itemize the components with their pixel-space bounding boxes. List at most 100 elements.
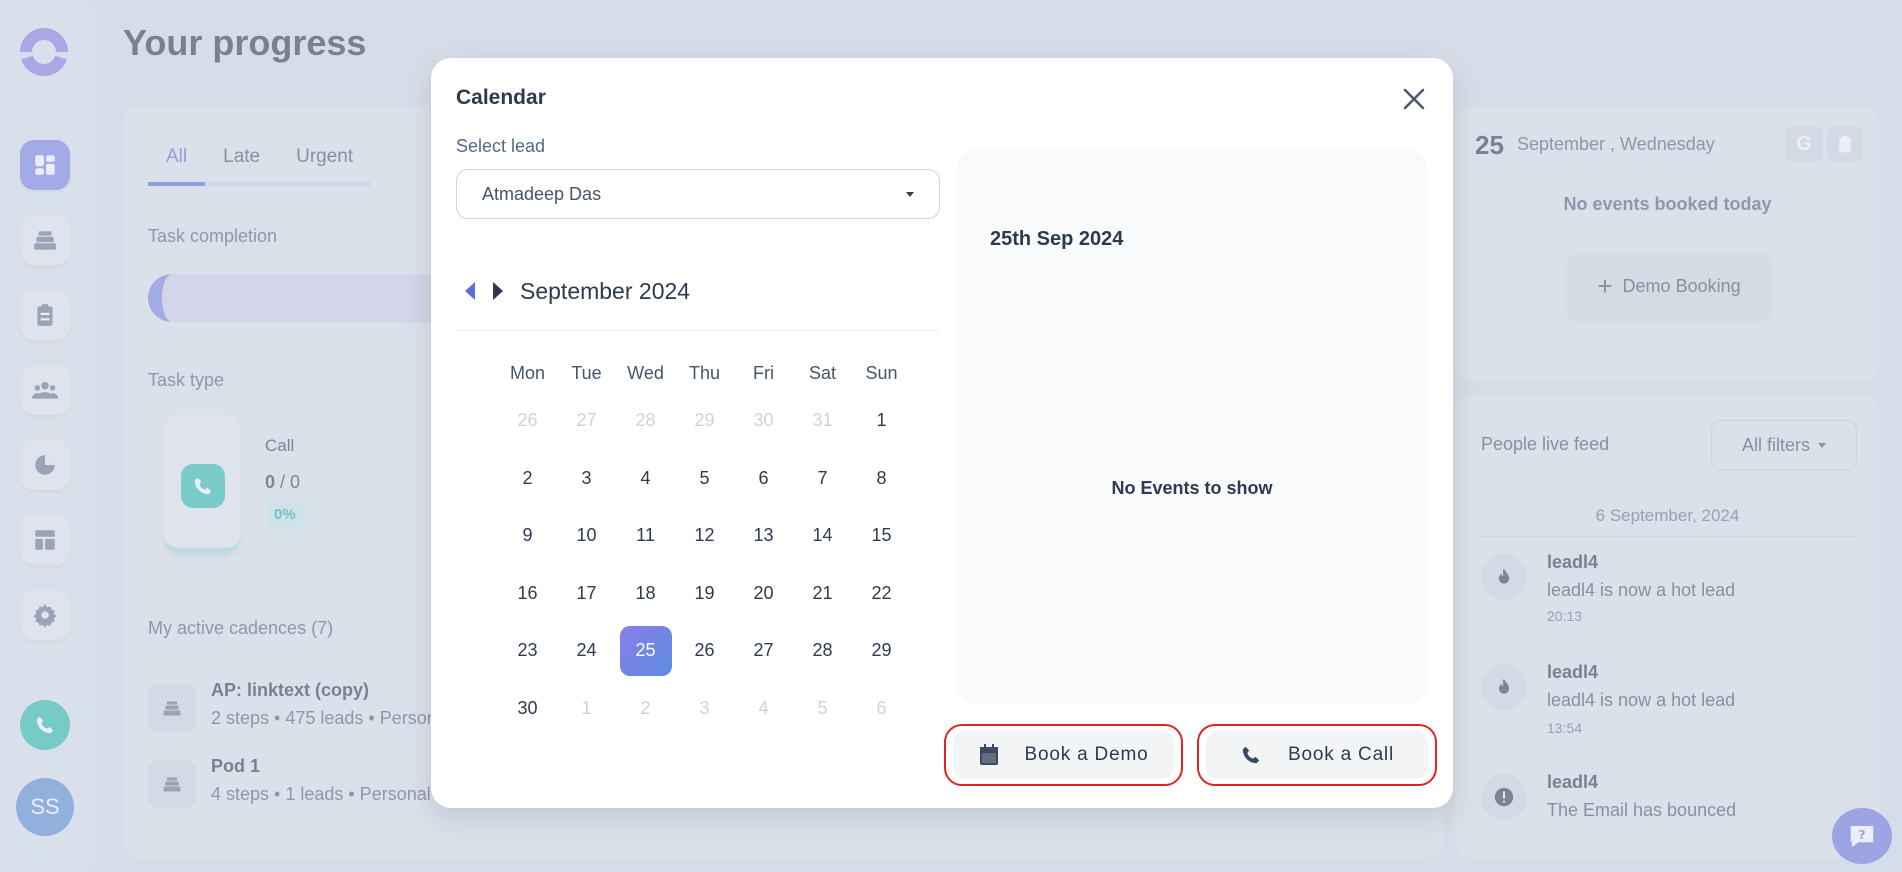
weekday-header: Wed: [627, 362, 664, 383]
calendar-day-selected[interactable]: 25: [616, 622, 675, 680]
calendar-day-number: 4: [758, 697, 769, 718]
calendar-day-number: 7: [817, 467, 828, 488]
weekday-header: Mon: [509, 362, 545, 383]
calendar-day[interactable]: 11: [616, 507, 675, 565]
book-call-button[interactable]: Book a Call: [1197, 724, 1437, 786]
calendar-divider: [456, 330, 940, 331]
phone-icon: [1242, 746, 1260, 764]
calendar-day[interactable]: 8: [852, 450, 911, 508]
events-date: 25th Sep 2024: [990, 228, 1124, 250]
calendar-day-number: 2: [522, 467, 533, 488]
calendar-day-number: 27: [576, 410, 597, 431]
calendar-day-number: 24: [576, 640, 597, 661]
calendar-day[interactable]: 2: [616, 680, 675, 738]
calendar-day[interactable]: 23: [498, 622, 557, 680]
calendar-day-number: 2: [640, 697, 651, 718]
calendar-day[interactable]: 24: [557, 622, 616, 680]
calendar-day-number: 28: [812, 640, 833, 661]
calendar-day[interactable]: 31: [793, 392, 852, 450]
calendar-day-number: 28: [635, 410, 656, 431]
no-events-message: No Events to show: [1111, 478, 1273, 498]
calendar-day-number: 20: [753, 582, 774, 603]
selected-lead: Atmadeep Das: [482, 183, 602, 204]
calendar-modal: Calendar Select lead Atmadeep Das Septem…: [431, 58, 1453, 808]
calendar-day-number: 6: [758, 467, 769, 488]
calendar-day[interactable]: 6: [734, 450, 793, 508]
calendar-day[interactable]: 6: [852, 680, 911, 738]
calendar-day[interactable]: 2: [498, 450, 557, 508]
weekday-header: Fri: [753, 362, 774, 383]
calendar-day[interactable]: 22: [852, 565, 911, 623]
weekday-header: Sat: [808, 362, 837, 383]
calendar-day[interactable]: 12: [675, 507, 734, 565]
calendar-day-number: 22: [871, 582, 892, 603]
calendar-day[interactable]: 27: [557, 392, 616, 450]
calendar-day[interactable]: 3: [557, 450, 616, 508]
book-demo-label: Book a Demo: [1024, 744, 1149, 765]
events-panel: 25th Sep 2024 No Events to show: [957, 150, 1427, 704]
next-month-button[interactable]: [487, 280, 509, 302]
book-demo-button[interactable]: Book a Demo: [944, 724, 1183, 786]
calendar-day[interactable]: 29: [852, 622, 911, 680]
calendar-day[interactable]: 19: [675, 565, 734, 623]
month-label: September 2024: [520, 278, 691, 304]
calendar-day[interactable]: 5: [675, 450, 734, 508]
calendar-day[interactable]: 28: [793, 622, 852, 680]
calendar-day-number: 12: [694, 525, 715, 546]
calendar-day-number: 5: [817, 697, 828, 718]
calendar-day-number: 31: [812, 410, 833, 431]
calendar-day-number: 21: [812, 582, 833, 603]
calendar-day[interactable]: 18: [616, 565, 675, 623]
calendar-day[interactable]: 4: [734, 680, 793, 738]
calendar-day[interactable]: 16: [498, 565, 557, 623]
calendar-day[interactable]: 15: [852, 507, 911, 565]
calendar-day[interactable]: 17: [557, 565, 616, 623]
calendar-day-number: 8: [876, 467, 887, 488]
calendar-day-number: 5: [699, 467, 710, 488]
calendar-day[interactable]: 14: [793, 507, 852, 565]
calendar-day[interactable]: 10: [557, 507, 616, 565]
calendar-day-number: 13: [753, 525, 774, 546]
chevron-left-icon: [465, 282, 475, 300]
calendar-day[interactable]: 20: [734, 565, 793, 623]
select-lead-label: Select lead: [456, 136, 546, 156]
calendar-day[interactable]: 27: [734, 622, 793, 680]
calendar-day[interactable]: 26: [675, 622, 734, 680]
chevron-right-icon: [493, 282, 503, 300]
weekday-header: Thu: [688, 362, 721, 383]
calendar-day-number: 18: [635, 582, 656, 603]
calendar-day[interactable]: 28: [616, 392, 675, 450]
calendar-day[interactable]: 1: [852, 392, 911, 450]
close-button[interactable]: [1399, 84, 1429, 114]
calendar-day[interactable]: 30: [498, 680, 557, 738]
calendar-day[interactable]: 30: [734, 392, 793, 450]
calendar-day-number: 23: [517, 640, 538, 661]
calendar-day-number: 3: [699, 697, 710, 718]
calendar-day-number: 19: [694, 582, 715, 603]
calendar-day-number: 27: [753, 640, 774, 661]
weekday-header: Sun: [865, 362, 898, 383]
calendar-day-number: 29: [694, 410, 715, 431]
weekday-header: Tue: [571, 362, 602, 383]
calendar-day-number: 1: [581, 697, 592, 718]
calendar-day[interactable]: 26: [498, 392, 557, 450]
calendar-day-number: 11: [636, 525, 655, 546]
calendar-day[interactable]: 1: [557, 680, 616, 738]
calendar-day-number: 9: [522, 525, 533, 546]
calendar-day[interactable]: 13: [734, 507, 793, 565]
calendar-day-number: 25: [619, 625, 672, 676]
calendar-day-number: 10: [576, 525, 597, 546]
calendar-day[interactable]: 29: [675, 392, 734, 450]
calendar-day[interactable]: 3: [675, 680, 734, 738]
calendar-day[interactable]: 21: [793, 565, 852, 623]
month-navigation: [459, 280, 509, 302]
calendar-day-number: 29: [871, 640, 892, 661]
lead-select[interactable]: Atmadeep Das: [456, 169, 940, 219]
calendar-day[interactable]: 9: [498, 507, 557, 565]
calendar-day[interactable]: 5: [793, 680, 852, 738]
prev-month-button[interactable]: [459, 280, 481, 302]
calendar-icon: [979, 744, 998, 765]
calendar-day[interactable]: 4: [616, 450, 675, 508]
calendar-day[interactable]: 7: [793, 450, 852, 508]
calendar-day-number: 26: [694, 640, 715, 661]
